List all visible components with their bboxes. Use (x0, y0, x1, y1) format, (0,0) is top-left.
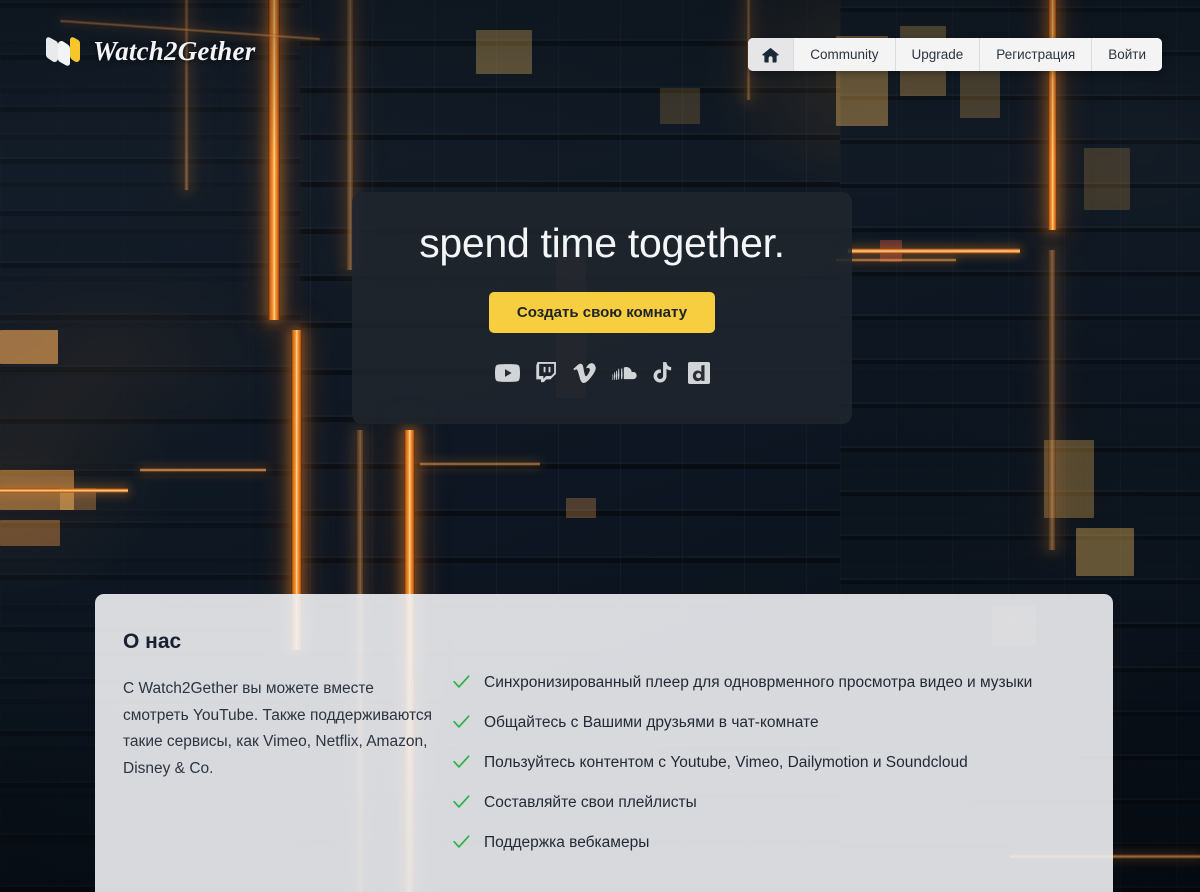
feature-text: Составляйте свои плейлисты (484, 794, 697, 811)
check-icon (453, 795, 470, 814)
feature-text: Синхронизированный плеер для одноврменно… (484, 674, 1033, 691)
page-root: Watch2Gether Community Upgrade Регистрац… (0, 0, 1200, 892)
nav-community[interactable]: Community (793, 38, 895, 71)
feature-item: Составляйте свои плейлисты (453, 792, 1085, 814)
nav-home-button[interactable] (748, 38, 794, 71)
feature-item: Синхронизированный плеер для одноврменно… (453, 672, 1085, 694)
check-icon (453, 675, 470, 694)
home-icon (762, 47, 779, 63)
brand-logo[interactable]: Watch2Gether (44, 36, 255, 67)
feature-item: Общайтесь с Вашими друзьями в чат-комнат… (453, 712, 1085, 734)
nav-register[interactable]: Регистрация (979, 38, 1092, 71)
hero-panel: spend time together. Создать свою комнат… (352, 192, 852, 424)
feature-text: Общайтесь с Вашими друзьями в чат-комнат… (484, 714, 819, 731)
w2g-logo-icon (44, 36, 82, 67)
feature-text: Поддержка вебкамеры (484, 834, 650, 851)
dailymotion-icon[interactable] (687, 362, 710, 385)
nav-upgrade[interactable]: Upgrade (894, 38, 980, 71)
about-title: О нас (123, 630, 182, 653)
feature-list: Синхронизированный плеер для одноврменно… (453, 630, 1085, 892)
check-icon (453, 835, 470, 854)
top-navigation: Community Upgrade Регистрация Войти (748, 38, 1162, 71)
nav-login[interactable]: Войти (1091, 38, 1162, 71)
brand-name: Watch2Gether (93, 36, 256, 66)
feature-text: Пользуйтесь контентом с Youtube, Vimeo, … (484, 754, 968, 771)
vimeo-icon[interactable] (572, 363, 596, 384)
hero-title: spend time together. (419, 220, 785, 266)
tiktok-icon[interactable] (653, 362, 672, 384)
soundcloud-icon[interactable] (611, 366, 637, 380)
create-room-button[interactable]: Создать свою комнату (488, 292, 716, 334)
youtube-icon[interactable] (494, 364, 520, 383)
about-card: О нас С Watch2Gether вы можете вместе см… (95, 594, 1113, 892)
feature-item: Пользуйтесь контентом с Youtube, Vimeo, … (453, 752, 1085, 774)
check-icon (453, 755, 470, 774)
twitch-icon[interactable] (535, 362, 557, 384)
about-left-column: О нас С Watch2Gether вы можете вместе см… (123, 630, 453, 892)
feature-item: Поддержка вебкамеры (453, 832, 1085, 854)
supported-services-list (494, 362, 710, 385)
check-icon (453, 715, 470, 734)
about-description: С Watch2Gether вы можете вместе смотреть… (123, 680, 433, 777)
